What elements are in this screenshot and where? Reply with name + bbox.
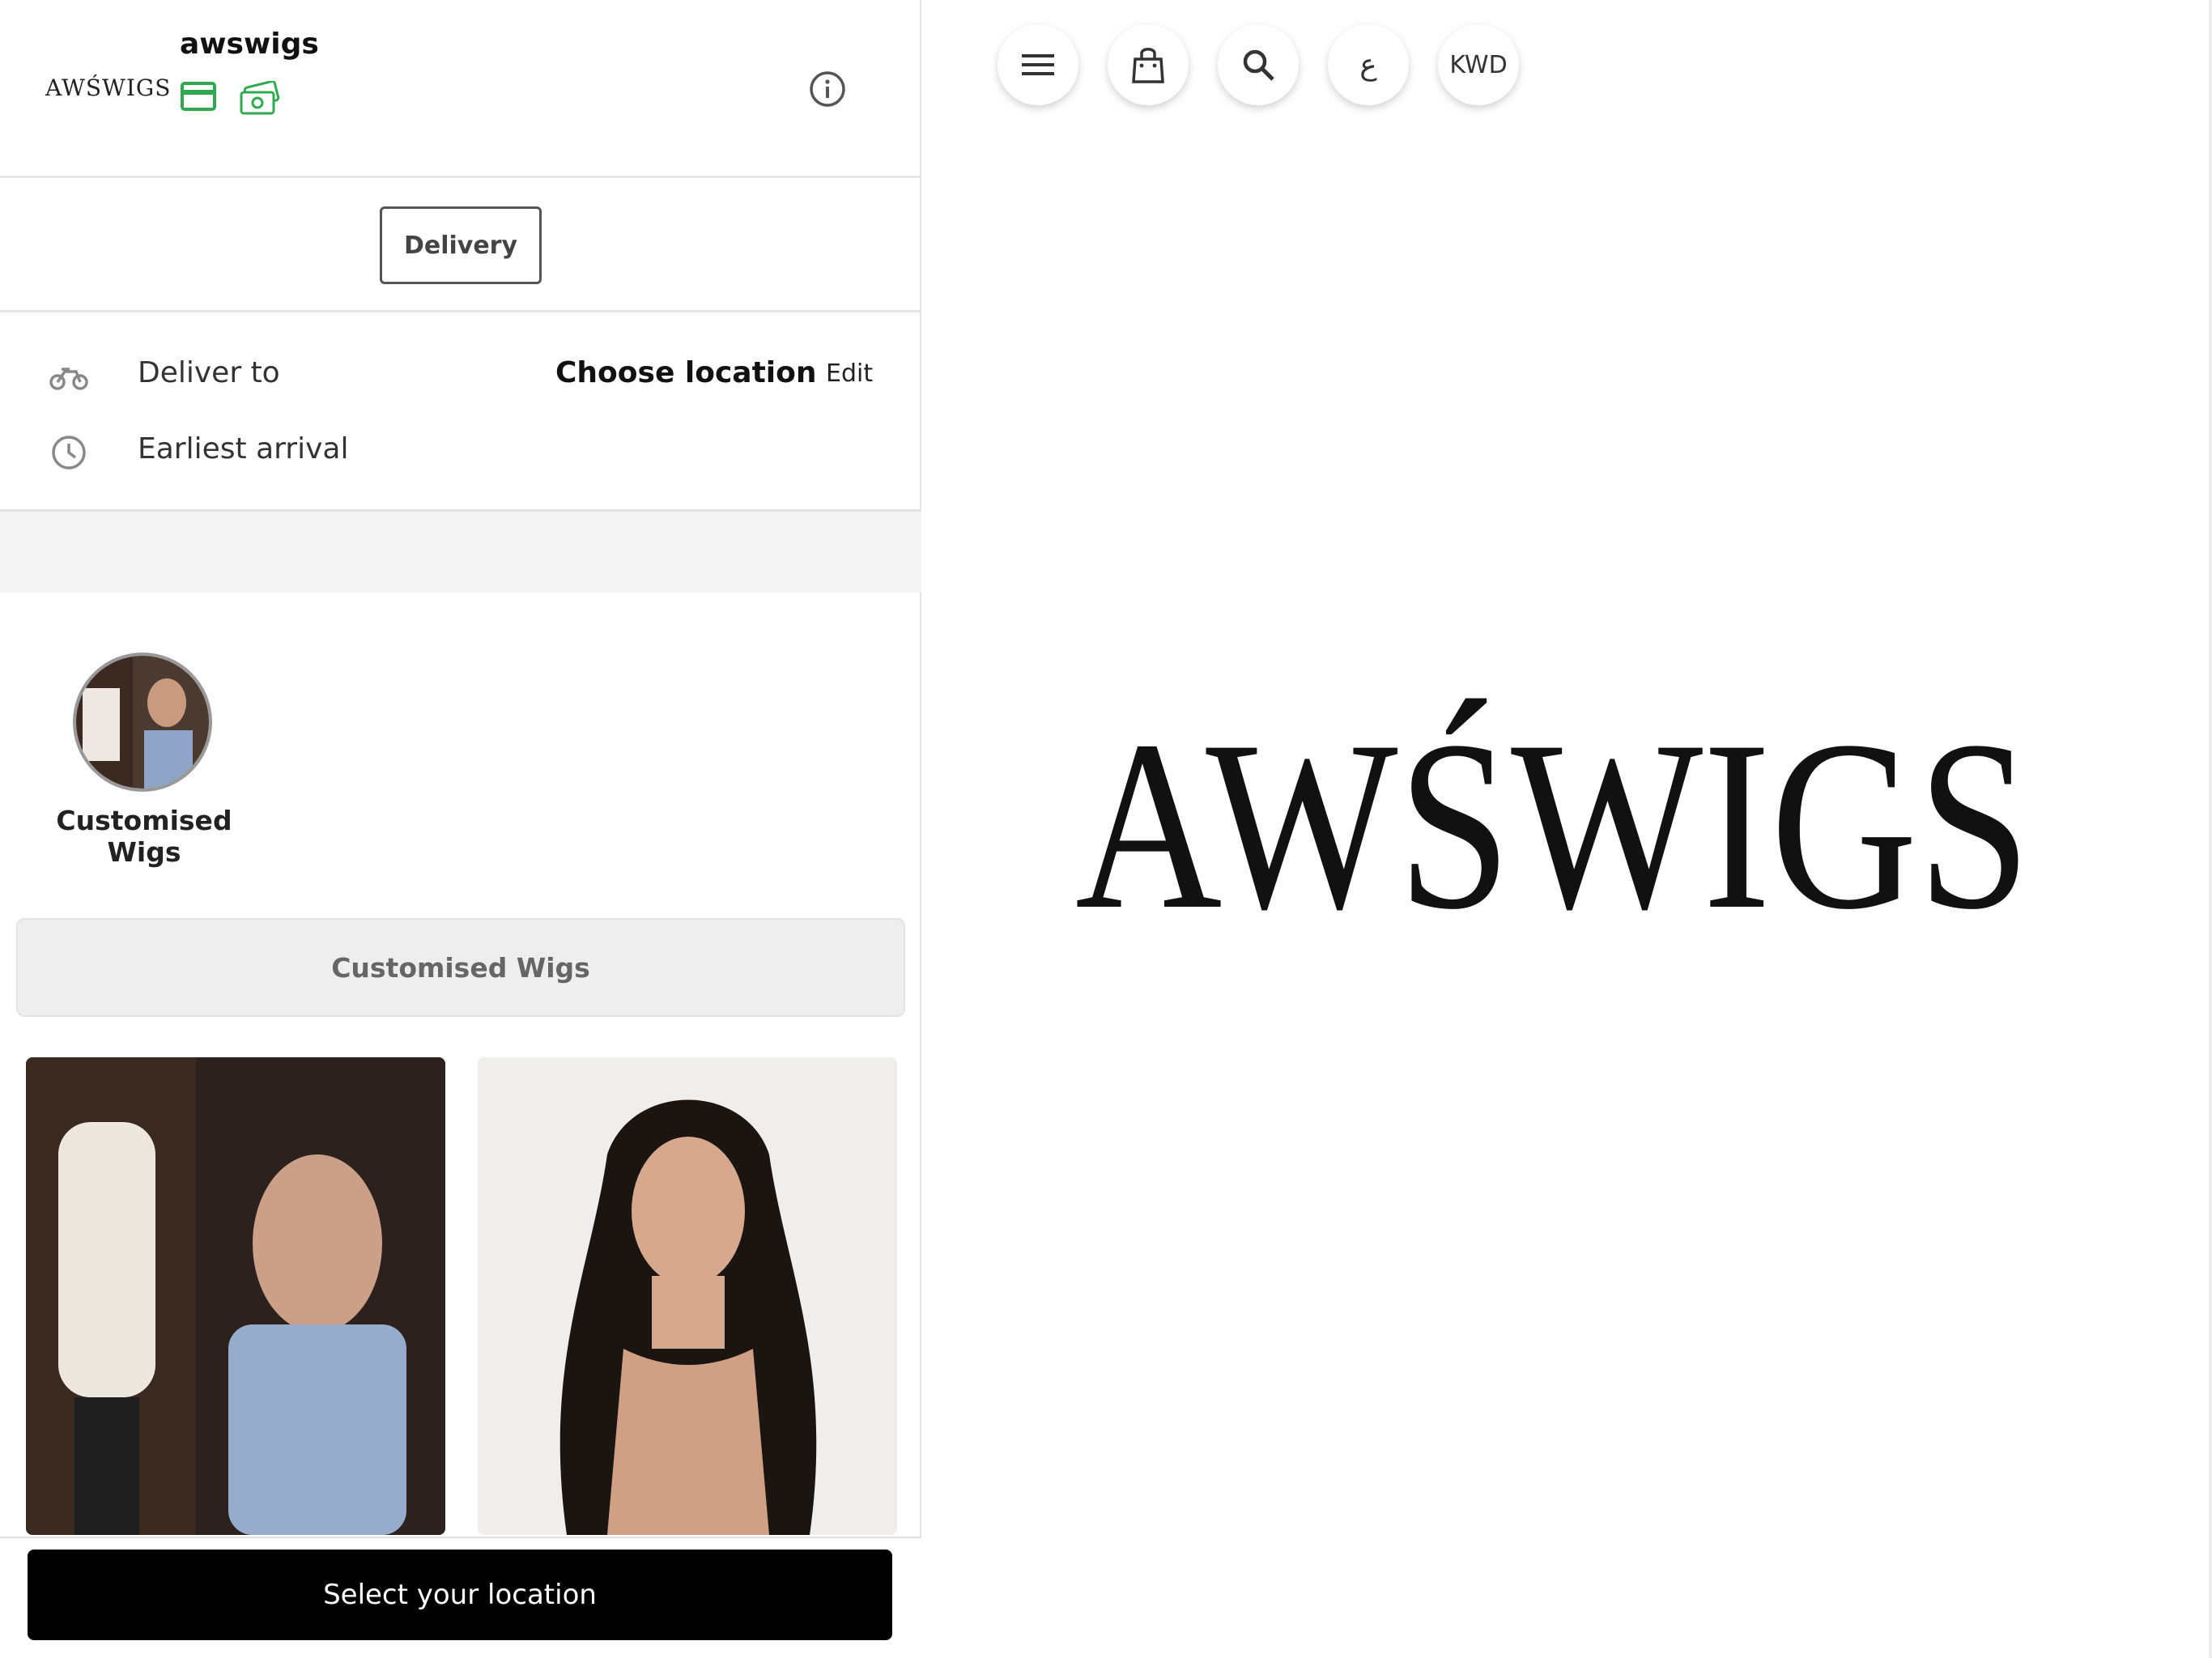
deliver-to-value[interactable]: Choose location <box>555 356 817 389</box>
category-image <box>76 656 209 789</box>
menu-button[interactable] <box>998 24 1078 105</box>
payment-methods <box>180 81 280 117</box>
cart-button[interactable] <box>1108 24 1189 105</box>
store-header: AWŚWIGS awswigs <box>0 0 921 178</box>
store-name: awswigs <box>180 28 319 61</box>
product-card[interactable] <box>478 1057 897 1535</box>
edit-location-link[interactable]: Edit <box>826 359 873 388</box>
brand-logo: AWŚWIGS <box>1075 691 2031 923</box>
select-location-button[interactable]: Select your location <box>28 1550 892 1640</box>
product-card[interactable] <box>26 1057 445 1535</box>
order-mode-row: Delivery <box>0 178 921 312</box>
delivery-mode-button[interactable]: Delivery <box>380 206 542 284</box>
category-section-header[interactable]: Customised Wigs <box>16 918 905 1017</box>
category-label[interactable]: Customised Wigs <box>19 805 269 868</box>
deliver-to-label: Deliver to <box>138 356 280 389</box>
store-panel: AWŚWIGS awswigs Delivery Deliver to Choo… <box>0 0 921 1658</box>
delivery-details: Deliver to Choose location Edit Earliest… <box>0 312 921 512</box>
shopping-bag-icon <box>1132 48 1164 83</box>
bottom-action-bar: Select your location <box>0 1537 921 1658</box>
menu-icon <box>1022 54 1054 75</box>
earliest-arrival-row: Earliest arrival <box>0 419 921 484</box>
section-divider <box>0 512 921 593</box>
scooter-icon <box>49 368 88 390</box>
cash-icon <box>240 81 280 115</box>
info-icon[interactable] <box>808 70 847 108</box>
credit-card-icon <box>181 82 216 111</box>
top-nav: ع KWD <box>998 24 1519 105</box>
search-button[interactable] <box>1218 24 1299 105</box>
language-toggle[interactable]: ع <box>1328 24 1409 105</box>
clock-icon <box>52 436 86 470</box>
brand-logo-text: AWŚWIGS <box>1075 691 2031 923</box>
search-icon <box>1243 49 1274 81</box>
currency-selector[interactable]: KWD <box>1438 24 1519 105</box>
panel-edge <box>2209 0 2212 1658</box>
hero-panel: ع KWD AWŚWIGS <box>921 0 2212 1658</box>
category-thumbnail[interactable] <box>73 653 212 792</box>
earliest-arrival-label: Earliest arrival <box>138 432 349 466</box>
store-logo-small: AWŚWIGS <box>45 74 172 101</box>
product-image <box>478 1057 897 1535</box>
deliver-to-row[interactable]: Deliver to Choose location Edit <box>0 343 921 408</box>
product-image <box>26 1057 445 1535</box>
